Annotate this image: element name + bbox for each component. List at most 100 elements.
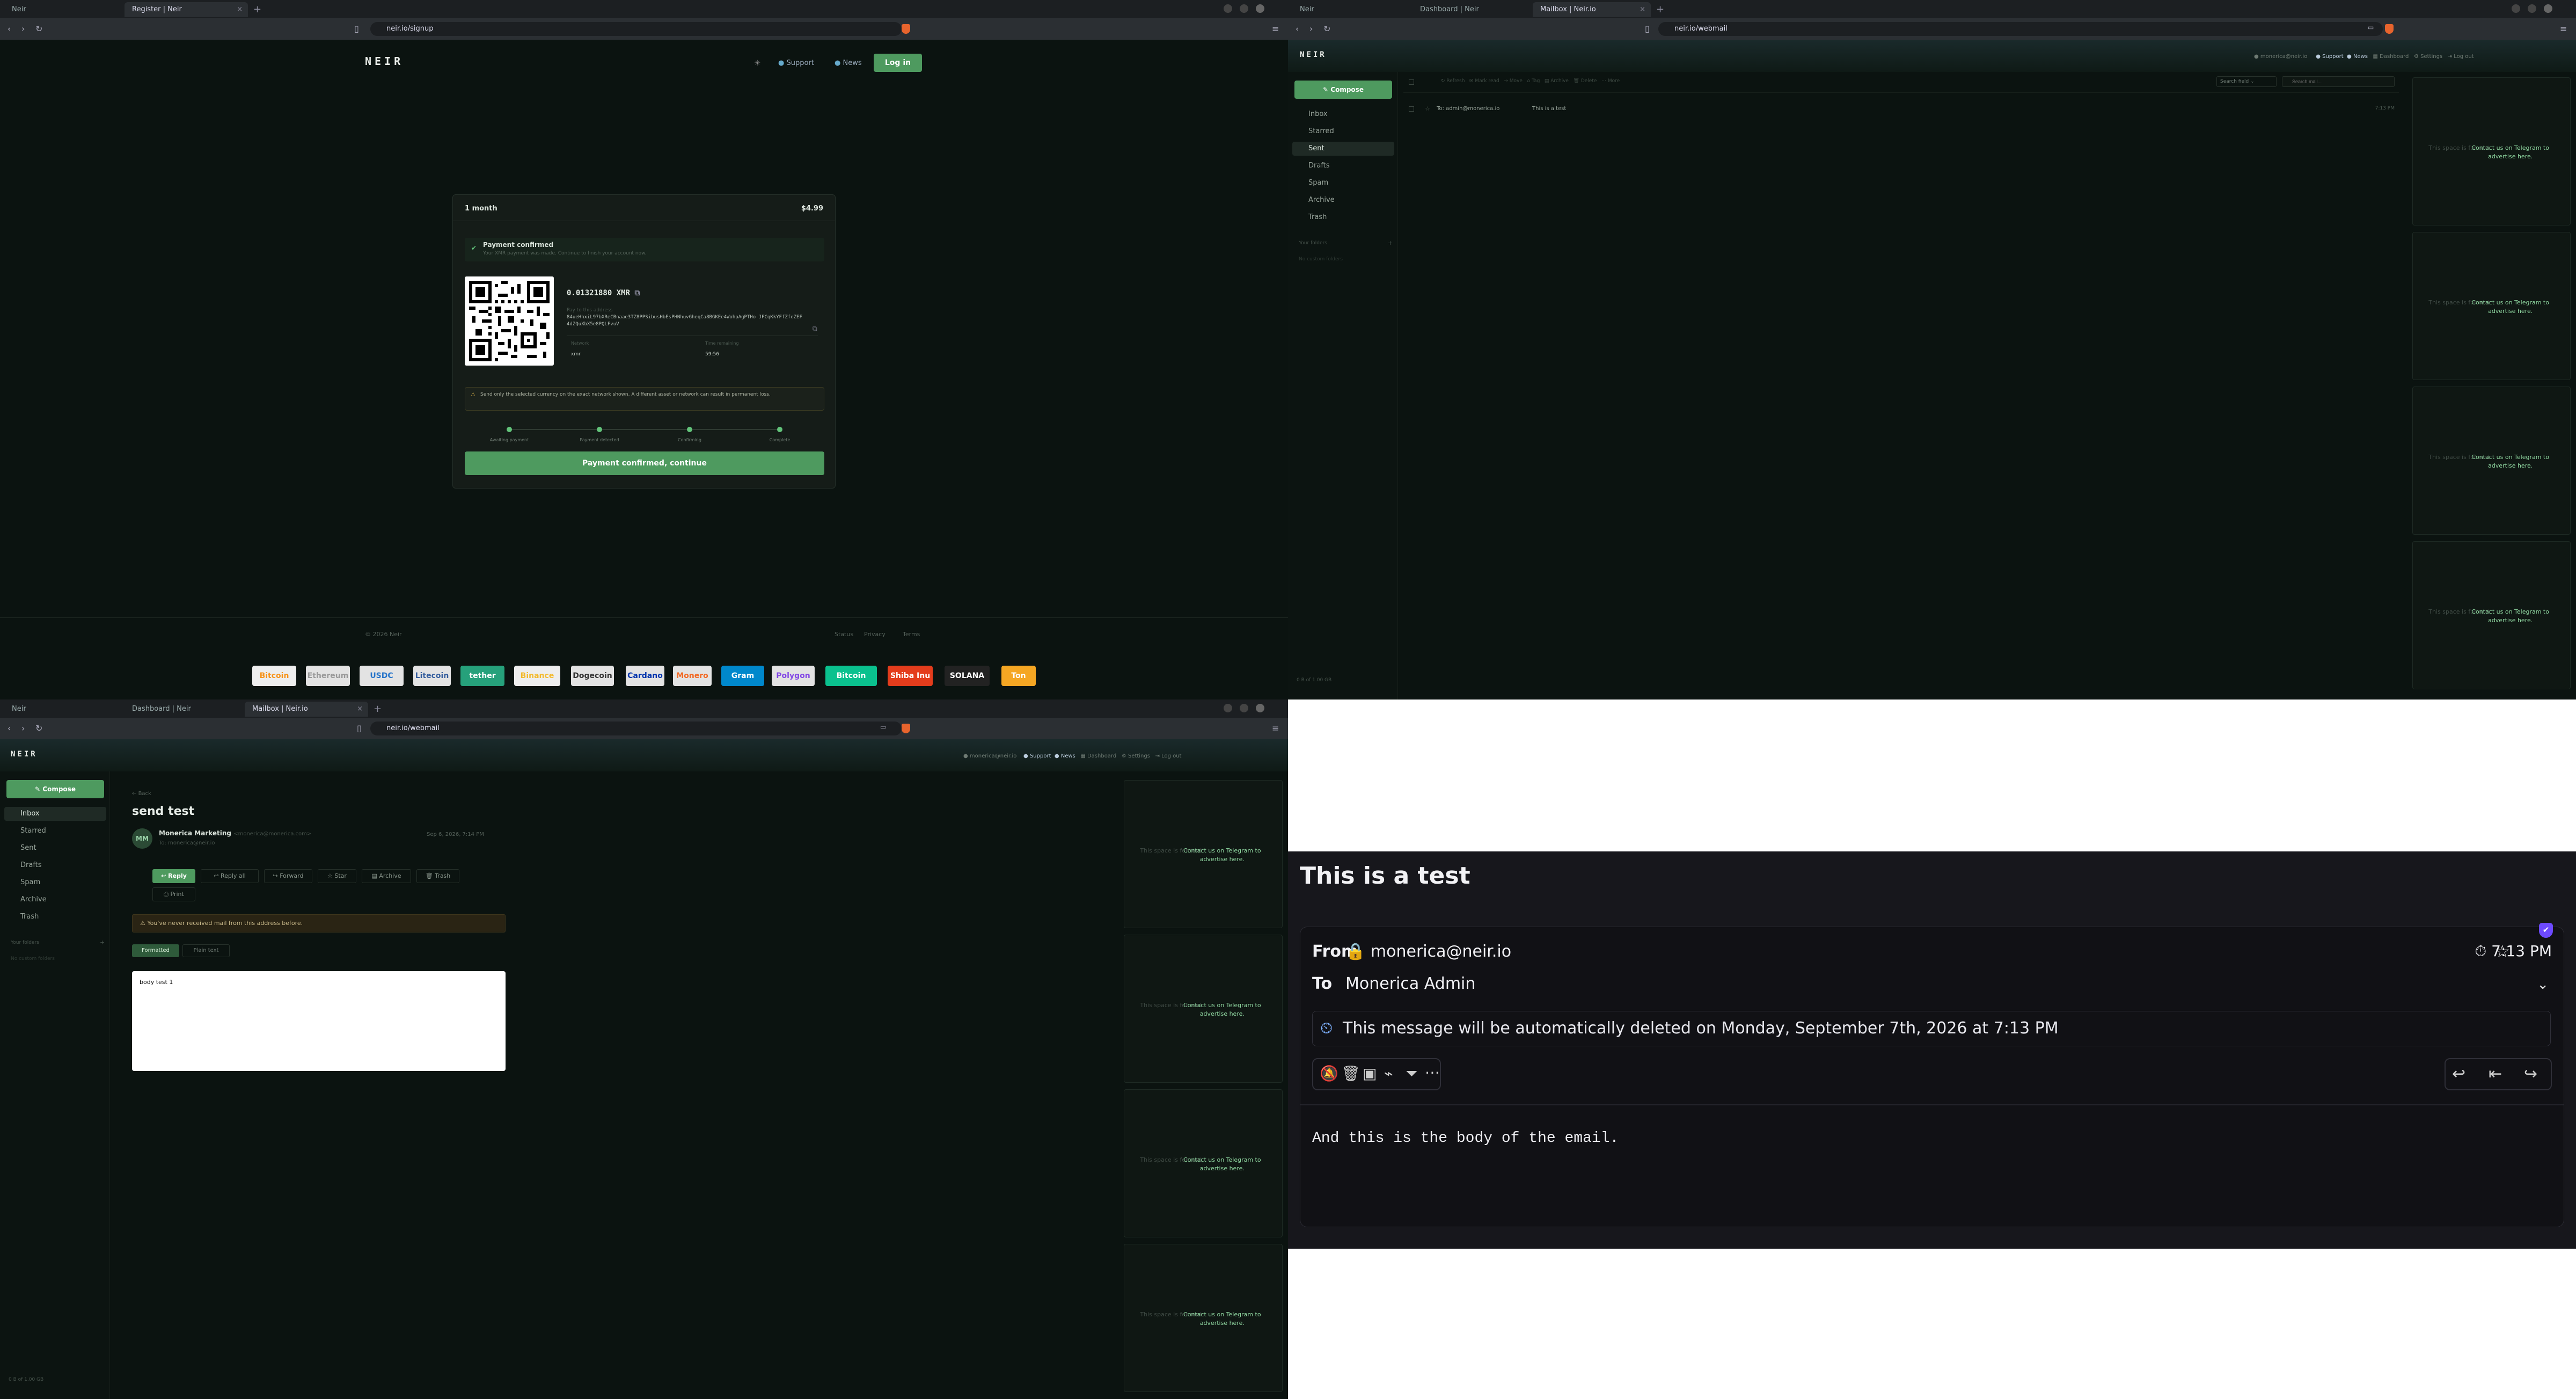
logo[interactable]: NEIR — [365, 55, 404, 68]
logo[interactable]: NEIR — [11, 750, 38, 759]
reply-icon[interactable]: ↩ — [2452, 1065, 2465, 1083]
mark-read-button[interactable]: ✉ Mark read — [1469, 78, 1499, 84]
label-icon[interactable]: ⌁ — [1384, 1065, 1393, 1082]
support-link[interactable]: ● Support — [778, 59, 814, 67]
support-link[interactable]: ● Support — [1023, 753, 1051, 759]
maximize-button[interactable] — [1240, 704, 1248, 712]
tab-mailbox[interactable]: Mailbox | Neir.io × — [1533, 2, 1651, 17]
news-link[interactable]: ● News — [835, 59, 862, 67]
ad-slot[interactable]: This space is for rent Contact us on Tele… — [2412, 387, 2571, 535]
compose-button[interactable]: ✎ Compose — [1294, 81, 1392, 99]
sidebar-item-drafts[interactable]: Drafts — [4, 858, 106, 872]
tag-button[interactable]: ⌂ Tag — [1527, 78, 1540, 84]
reader-icon[interactable]: ▭ — [880, 723, 886, 731]
ad-cta[interactable]: Contact us on Telegram to advertise here… — [2463, 298, 2558, 316]
more-icon[interactable]: ⋯ — [1425, 1063, 1440, 1081]
settings-link[interactable]: ⚙ Settings — [2414, 54, 2442, 60]
sidebar-item-spam[interactable]: Spam — [4, 876, 106, 890]
filter-icon[interactable]: ⏷ — [1406, 1065, 1417, 1083]
ad-cta[interactable]: Contact us on Telegram to advertise here… — [2463, 608, 2558, 625]
close-window-button[interactable] — [1256, 4, 1264, 13]
sidebar-item-starred[interactable]: Starred — [1292, 125, 1394, 139]
sidebar-item-spam[interactable]: Spam — [1292, 176, 1394, 190]
ad-slot[interactable]: This space is for rent Contact us on Tele… — [1124, 1089, 1283, 1237]
ad-slot[interactable]: This space is for rent Contact us on Tele… — [1124, 935, 1283, 1083]
menu-icon[interactable]: ≡ — [2560, 24, 2567, 34]
footer-link-terms[interactable]: Terms — [903, 631, 920, 638]
mark-unread-icon[interactable]: 🔕 — [1320, 1065, 1338, 1082]
footer-link-status[interactable]: Status — [835, 631, 853, 638]
logout-link[interactable]: ⇥ Log out — [2448, 54, 2474, 60]
reply-all-icon[interactable]: ⇤ — [2489, 1065, 2502, 1083]
forward-icon[interactable]: › — [1309, 24, 1313, 34]
ad-cta[interactable]: Contact us on Telegram to advertise here… — [1175, 1310, 1269, 1328]
new-tab-button[interactable]: + — [1656, 2, 1664, 17]
theme-icon[interactable]: ☀ — [754, 59, 761, 68]
sidebar-item-archive[interactable]: Archive — [4, 893, 106, 907]
tab-neir[interactable]: Neir — [1292, 2, 1410, 17]
search-input[interactable] — [2282, 76, 2395, 87]
tab-dashboard[interactable]: Dashboard | Neir — [1413, 2, 1531, 17]
back-icon[interactable]: ‹ — [1296, 24, 1299, 34]
sidebar-item-trash[interactable]: Trash — [4, 910, 106, 924]
ad-slot[interactable]: This space is for rent Contact us on Tele… — [2412, 541, 2571, 689]
forward-icon[interactable]: › — [21, 723, 25, 733]
from-value[interactable]: 🔒 monerica@neir.io — [1345, 942, 1511, 961]
back-link[interactable]: ← Back — [132, 791, 151, 797]
archive-button[interactable]: ▤ Archive — [362, 869, 411, 883]
reader-icon[interactable]: ▭ — [2368, 24, 2374, 31]
menu-icon[interactable]: ≡ — [1272, 723, 1279, 733]
forward-button[interactable]: ↪ Forward — [264, 869, 312, 883]
forward-icon[interactable]: ↪ — [2524, 1065, 2537, 1083]
new-tab-button[interactable]: + — [253, 2, 261, 17]
bookmark-icon[interactable]: ▯ — [354, 24, 359, 34]
verified-shield-icon[interactable]: ✔ — [2539, 923, 2553, 938]
news-link[interactable]: ● News — [1055, 753, 1075, 759]
sidebar-item-inbox[interactable]: Inbox — [4, 807, 106, 821]
ad-slot[interactable]: This space is for rent Contact us on Tele… — [1124, 1244, 1283, 1392]
forward-icon[interactable]: › — [21, 24, 25, 34]
dashboard-link[interactable]: ▦ Dashboard — [2373, 54, 2409, 60]
ad-cta[interactable]: Contact us on Telegram to advertise here… — [2463, 144, 2558, 161]
move-button[interactable]: → Move — [1504, 78, 1523, 84]
star-icon[interactable]: ☆ — [1425, 105, 1430, 112]
close-window-button[interactable] — [2544, 4, 2552, 13]
recipient-name[interactable]: Monerica Admin — [1345, 974, 1475, 993]
copy-icon[interactable]: ⧉ — [634, 289, 640, 297]
minimize-button[interactable] — [1224, 4, 1232, 13]
more-button[interactable]: ⋯ More — [1601, 78, 1620, 84]
trash-icon[interactable]: 🗑 — [1341, 1065, 1360, 1082]
ad-cta[interactable]: Contact us on Telegram to advertise here… — [1175, 847, 1269, 864]
reply-all-button[interactable]: ↩ Reply all — [201, 869, 259, 883]
search-field-select[interactable]: Search field ⌄ — [2216, 76, 2277, 87]
back-icon[interactable]: ‹ — [8, 24, 11, 34]
minimize-button[interactable] — [1224, 704, 1232, 712]
delete-button[interactable]: 🗑 Delete — [1574, 78, 1597, 84]
close-icon[interactable]: × — [1640, 2, 1645, 17]
logo[interactable]: NEIR — [1300, 50, 1327, 59]
brave-shield-icon[interactable] — [902, 24, 910, 34]
tab-formatted[interactable]: Formatted — [132, 944, 179, 957]
bookmark-icon[interactable]: ▯ — [357, 723, 362, 733]
tab-neir[interactable]: Neir — [4, 2, 122, 17]
url-input[interactable]: neir.io/signup — [370, 22, 902, 36]
ad-cta[interactable]: Contact us on Telegram to advertise here… — [1175, 1156, 1269, 1173]
compose-button[interactable]: ✎ Compose — [6, 780, 104, 798]
tab-plain-text[interactable]: Plain text — [182, 944, 230, 957]
close-icon[interactable]: × — [237, 2, 243, 17]
copy-address-icon[interactable]: ⧉ — [813, 325, 817, 333]
close-icon[interactable]: × — [357, 702, 363, 717]
tab-neir[interactable]: Neir — [4, 702, 122, 717]
brave-shield-icon[interactable] — [2385, 24, 2394, 34]
brave-shield-icon[interactable] — [902, 724, 910, 733]
trash-button[interactable]: 🗑 Trash — [416, 869, 459, 883]
tab-mailbox[interactable]: Mailbox | Neir.io × — [245, 702, 368, 717]
sidebar-item-starred[interactable]: Starred — [4, 824, 106, 838]
tab-dashboard[interactable]: Dashboard | Neir — [125, 702, 243, 717]
logout-link[interactable]: ⇥ Log out — [1155, 753, 1182, 759]
archive-button[interactable]: ▤ Archive — [1545, 78, 1569, 84]
sidebar-item-archive[interactable]: Archive — [1292, 193, 1394, 207]
url-input[interactable]: neir.io/webmail — [1658, 22, 2383, 36]
user-email[interactable]: monerica@neir.io — [2260, 54, 2307, 60]
close-window-button[interactable] — [1256, 704, 1264, 712]
